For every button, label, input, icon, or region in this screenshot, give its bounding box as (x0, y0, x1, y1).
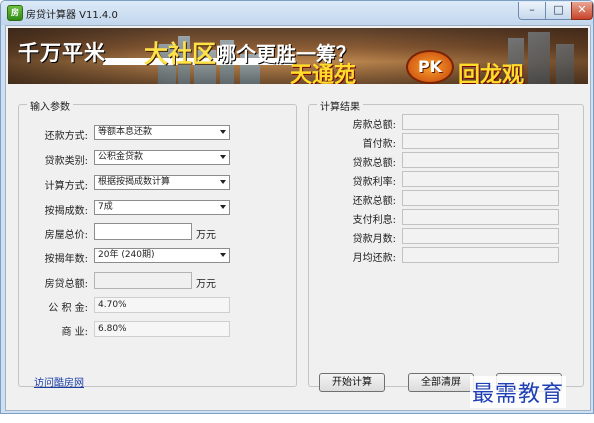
input-params-group: 输入参数 (18, 98, 297, 387)
results-title: 计算结果 (317, 98, 363, 113)
fund-rate-value: 4.70% (94, 297, 230, 313)
calc-method-label: 计算方式: (44, 181, 88, 192)
result-label-repay-total: 还款总额: (352, 196, 396, 207)
loan-total-unit: 万元 (196, 279, 216, 290)
close-button[interactable]: ✕ (571, 2, 593, 20)
banner-pk-badge: PK (406, 50, 454, 84)
calc-method-select[interactable]: 根据按揭成数计算 (94, 175, 230, 190)
banner-text-community: 大社区 (144, 40, 216, 68)
repayment-method-select[interactable]: 等额本息还款 (94, 125, 230, 140)
ad-banner[interactable]: 千万平米 大社区 哪个更胜一筹？ 天通苑 PK 回龙观 (8, 28, 588, 84)
dropdown-arrow-icon (220, 155, 226, 159)
banner-text-huilongguan: 回龙观 (458, 63, 525, 84)
watermark-text: 最需教育 (470, 376, 567, 408)
mortgage-years-value: 20年 (240期) (98, 250, 155, 260)
close-icon: ✕ (577, 3, 587, 16)
result-label-loan-months: 贷款月数: (352, 234, 396, 245)
result-value-loan-rate (402, 171, 559, 187)
mortgage-ratio-label: 按揭成数: (44, 206, 88, 217)
mortgage-ratio-value: 7成 (98, 202, 113, 212)
dropdown-arrow-icon (220, 253, 226, 257)
commercial-rate-label: 商 业: (61, 327, 88, 338)
loan-type-value: 公积金贷款 (98, 152, 144, 162)
dropdown-arrow-icon (220, 180, 226, 184)
result-value-house-total (402, 114, 559, 130)
repayment-method-label: 还款方式: (44, 131, 88, 142)
banner-text-tiantongyuan: 天通苑 (290, 63, 357, 84)
commercial-rate-value: 6.80% (94, 321, 230, 337)
dropdown-arrow-icon (220, 205, 226, 209)
client-area: 千万平米 大社区 哪个更胜一筹？ 天通苑 PK 回龙观 输入参数 计算结果 还款… (5, 25, 591, 411)
fund-rate-label: 公 积 金: (48, 303, 88, 314)
repayment-method-value: 等额本息还款 (98, 127, 153, 137)
title-bar[interactable]: 房 房贷计算器 V11.4.0 – □ ✕ (1, 1, 593, 25)
loan-total-label: 房贷总额: (44, 279, 88, 290)
start-calc-button[interactable]: 开始计算 (319, 373, 385, 392)
result-value-down-payment (402, 133, 559, 149)
loan-type-label: 贷款类别: (44, 156, 88, 167)
maximize-button[interactable]: □ (545, 2, 572, 20)
result-label-down-payment: 首付款: (362, 139, 396, 150)
result-label-loan-total: 贷款总额: (352, 158, 396, 169)
mortgage-years-label: 按揭年数: (44, 254, 88, 265)
result-value-repay-total (402, 190, 559, 206)
minimize-icon: – (529, 3, 535, 16)
window-title: 房贷计算器 V11.4.0 (26, 10, 118, 21)
calc-method-value: 根据按揭成数计算 (98, 177, 171, 187)
mortgage-years-select[interactable]: 20年 (240期) (94, 248, 230, 263)
mortgage-ratio-select[interactable]: 7成 (94, 200, 230, 215)
result-label-loan-rate: 贷款利率: (352, 177, 396, 188)
banner-text-area: 千万平米 (18, 41, 106, 65)
house-price-label: 房屋总价: (44, 230, 88, 241)
visit-kufang-link[interactable]: 访问酷房网 (34, 374, 84, 389)
loan-type-select[interactable]: 公积金贷款 (94, 150, 230, 165)
calculator-window: 房 房贷计算器 V11.4.0 – □ ✕ 千万平米 大社区 哪个更胜一筹？ 天… (0, 0, 594, 414)
input-params-title: 输入参数 (27, 98, 73, 113)
dropdown-arrow-icon (220, 130, 226, 134)
result-value-loan-total (402, 152, 559, 168)
maximize-icon: □ (553, 3, 564, 16)
minimize-button[interactable]: – (518, 2, 546, 20)
app-logo-icon: 房 (7, 5, 23, 21)
result-value-monthly-payment (402, 247, 559, 263)
result-value-loan-months (402, 228, 559, 244)
result-label-monthly-payment: 月均还款: (352, 253, 396, 264)
result-label-house-total: 房款总额: (352, 120, 396, 131)
house-price-unit: 万元 (196, 230, 216, 241)
result-label-interest: 支付利息: (352, 215, 396, 226)
loan-total-input[interactable] (94, 272, 192, 289)
result-value-interest (402, 209, 559, 225)
clear-all-button[interactable]: 全部清屏 (408, 373, 474, 392)
house-price-input[interactable] (94, 223, 192, 240)
